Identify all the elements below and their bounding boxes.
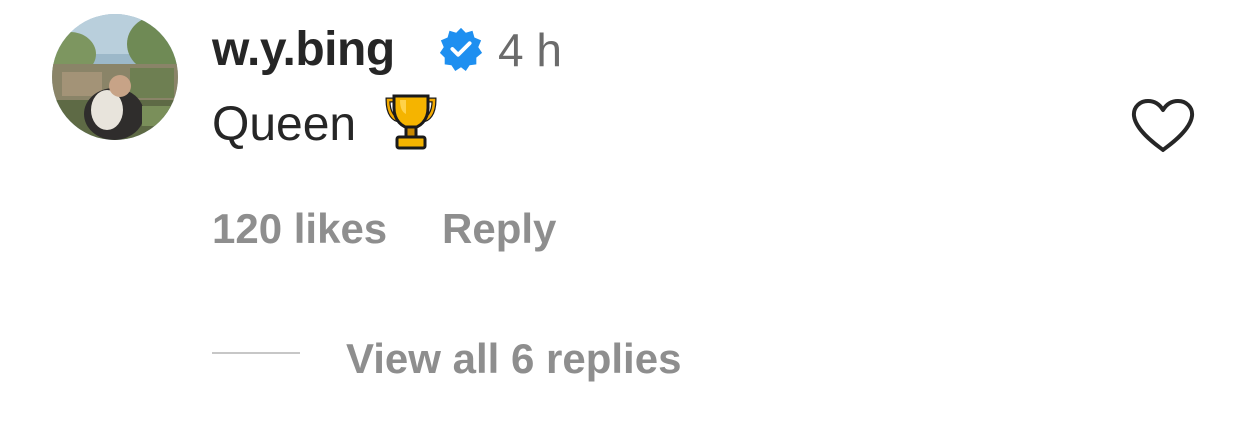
heart-outline-icon [1131, 99, 1195, 152]
user-avatar[interactable] [52, 14, 178, 140]
comment-timestamp[interactable]: 4 h [498, 24, 562, 76]
likes-count[interactable]: 120 likes [212, 204, 387, 254]
comment-text: Queen [212, 98, 357, 151]
like-button[interactable] [1128, 96, 1198, 156]
reply-button[interactable]: Reply [442, 204, 556, 254]
replies-divider [212, 352, 300, 354]
comment-username[interactable]: w.y.bing [212, 24, 395, 76]
avatar-image [52, 14, 178, 140]
verified-badge-icon [439, 27, 483, 72]
trophy-icon [385, 94, 437, 150]
view-replies-button[interactable]: View all 6 replies [346, 334, 681, 384]
